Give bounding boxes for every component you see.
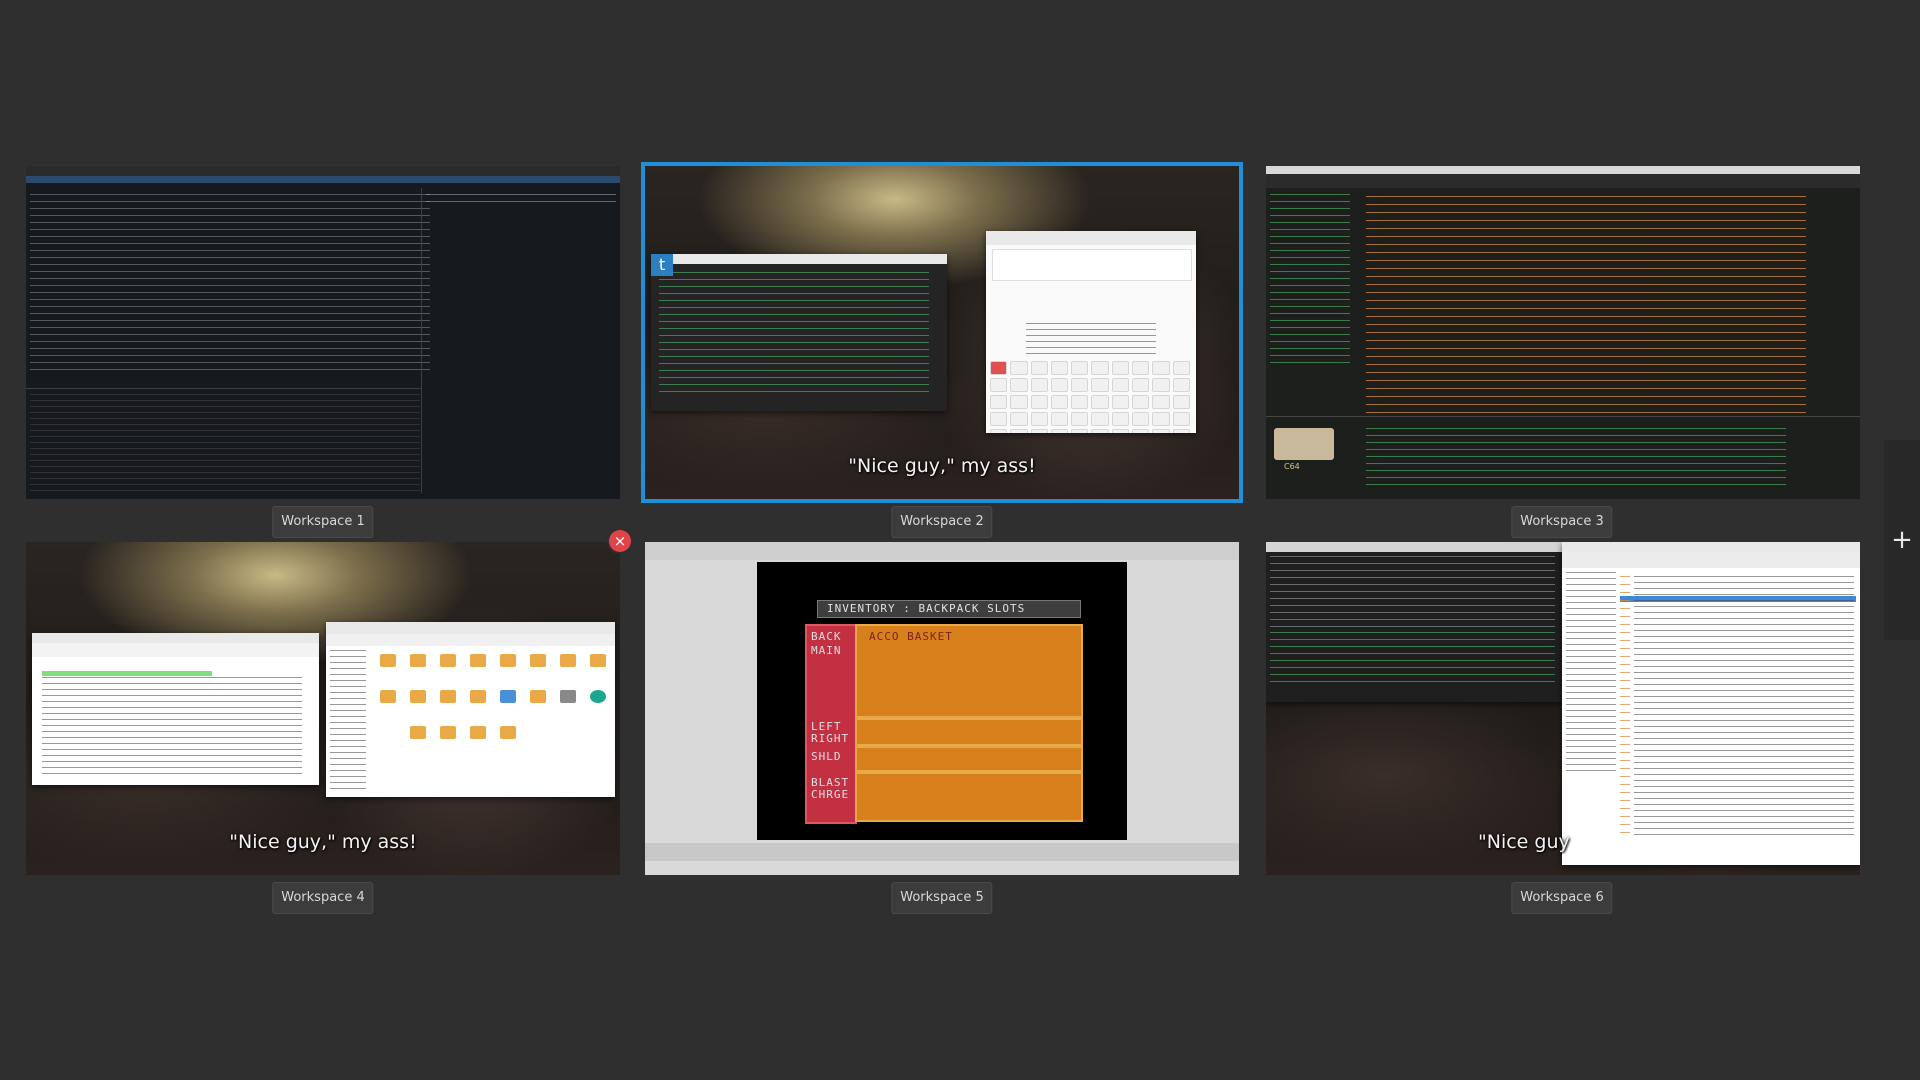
game-row-back: BACK (811, 630, 842, 643)
game-title: INVENTORY : BACKPACK SLOTS (827, 602, 1026, 615)
spreadsheet-window (32, 633, 319, 785)
calculator-window (986, 231, 1196, 433)
game-item: ACCO BASKET (869, 630, 953, 643)
workspace-2-thumbnail[interactable]: t "Nice guy," my ass! (641, 162, 1243, 503)
text-editor-window: t (651, 254, 947, 411)
game-row-main: MAIN (811, 644, 842, 657)
app-icon: t (651, 254, 673, 276)
workspace-6-thumbnail[interactable]: "Nice guy (1266, 542, 1860, 875)
hex-editor-window (26, 166, 620, 499)
subtitle-text: "Nice guy (1478, 831, 1570, 853)
subtitle-text: "Nice guy," my ass! (229, 831, 417, 853)
workspace-1-label[interactable]: Workspace 1 (272, 506, 374, 538)
workspace-6-label[interactable]: Workspace 6 (1511, 882, 1613, 914)
workspace-2-label[interactable]: Workspace 2 (891, 506, 993, 538)
subtitle-text: "Nice guy," my ass! (848, 455, 1036, 477)
game-lower-panel-3 (855, 772, 1083, 822)
file-manager-window (326, 622, 615, 797)
calculator-keypad (990, 361, 1190, 433)
game-row-chrge: CHRGE (811, 788, 850, 801)
add-workspace-button[interactable]: + (1884, 440, 1920, 640)
terminal-window (1266, 542, 1564, 702)
workspace-4-thumbnail[interactable]: "Nice guy," my ass! (26, 542, 620, 875)
game-row-right: RIGHT (811, 732, 850, 745)
game-lower-panel-2 (855, 746, 1083, 772)
game-lower-panel-1 (855, 718, 1083, 746)
workspace-5-thumbnail[interactable]: INVENTORY : BACKPACK SLOTS BACK MAIN ACC… (645, 542, 1239, 875)
workspace-1-thumbnail[interactable] (26, 166, 620, 499)
workspace-overview: Workspace 1 t "Nice guy," my ass! Worksp… (0, 0, 1920, 1080)
plus-icon: + (1891, 525, 1913, 555)
c64-image (1274, 428, 1334, 460)
close-workspace-icon[interactable]: × (609, 530, 631, 552)
workspace-5-label[interactable]: Workspace 5 (891, 882, 993, 914)
ide-window: C64 (1266, 166, 1860, 499)
c64-label: C64 (1284, 462, 1300, 471)
game-row-shld: SHLD (811, 750, 842, 763)
workspace-3-label[interactable]: Workspace 3 (1511, 506, 1613, 538)
workspace-4-label[interactable]: Workspace 4 (272, 882, 374, 914)
emulator-window: INVENTORY : BACKPACK SLOTS BACK MAIN ACC… (645, 542, 1239, 875)
game-screen: INVENTORY : BACKPACK SLOTS BACK MAIN ACC… (757, 562, 1127, 840)
file-list-window (1562, 542, 1860, 865)
workspace-3-thumbnail[interactable]: C64 (1266, 166, 1860, 499)
